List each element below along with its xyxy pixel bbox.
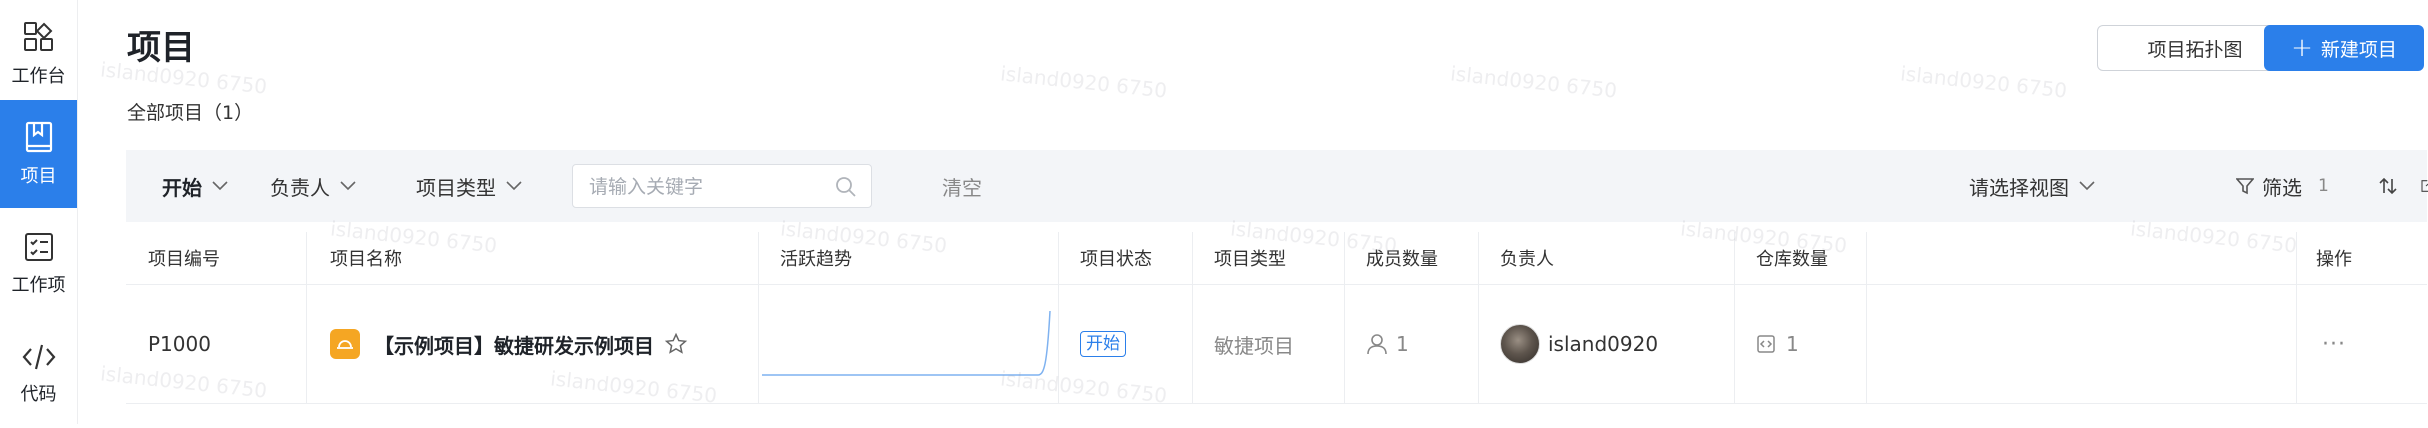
member-count: 1 bbox=[1396, 332, 1409, 356]
project-type: 敏捷项目 bbox=[1214, 333, 1294, 358]
column-header-members: 成员数量 bbox=[1366, 249, 1438, 270]
project-type-filter-label: 项目类型 bbox=[416, 175, 496, 200]
project-name-cell: 【示例项目】敏捷研发示例项目 bbox=[330, 285, 688, 403]
star-icon[interactable] bbox=[664, 332, 688, 356]
project-name-link[interactable]: 【示例项目】敏捷研发示例项目 bbox=[374, 330, 654, 359]
view-select-label: 请选择视图 bbox=[1969, 175, 2069, 200]
sidebar-item-workbench[interactable]: 工作台 bbox=[0, 0, 77, 108]
view-select-dropdown[interactable]: 请选择视图 bbox=[1969, 150, 2095, 222]
column-header-owner: 负责人 bbox=[1500, 249, 1554, 270]
filter-toolbar: 开始 负责人 项目类型 清空 请选择视图 筛选 1 bbox=[126, 150, 2428, 222]
table-header: 项目编号 项目名称 活跃趋势 项目状态 项目类型 成员数量 负责人 仓库数量 操… bbox=[126, 232, 2427, 285]
owner-filter-dropdown[interactable]: 负责人 bbox=[270, 150, 356, 222]
sidebar-item-label: 代码 bbox=[20, 384, 57, 405]
owner-filter-label: 负责人 bbox=[270, 175, 330, 200]
clear-button[interactable]: 清空 bbox=[942, 150, 982, 222]
sidebar-item-label: 工作台 bbox=[11, 66, 66, 87]
plus-icon: + bbox=[2291, 33, 2313, 63]
owner-cell: island0920 bbox=[1500, 285, 1658, 403]
search-input[interactable] bbox=[587, 165, 821, 209]
table-row[interactable]: P1000 【示例项目】敏捷研发示例项目 开始 敏捷项目 1 island092… bbox=[126, 285, 2427, 404]
column-header-name: 项目名称 bbox=[330, 249, 402, 270]
repos-cell: 1 bbox=[1756, 285, 1799, 403]
filter-button[interactable]: 筛选 1 bbox=[2236, 150, 2329, 222]
more-actions-button[interactable]: ··· bbox=[2322, 285, 2346, 403]
sidebar-item-project[interactable]: 项目 bbox=[0, 100, 77, 208]
search-icon[interactable] bbox=[835, 176, 857, 198]
new-project-button[interactable]: + 新建项目 bbox=[2264, 25, 2424, 71]
page-title: 项目 bbox=[127, 28, 195, 68]
sidebar: 工作台 项目 工作项 代码 bbox=[0, 0, 78, 424]
column-header-actions: 操作 bbox=[2316, 249, 2352, 270]
sidebar-item-code[interactable]: 代码 bbox=[0, 320, 77, 428]
project-type-filter-dropdown[interactable]: 项目类型 bbox=[416, 150, 522, 222]
column-header-status: 项目状态 bbox=[1080, 249, 1152, 270]
search-box bbox=[572, 164, 872, 209]
filter-label: 筛选 bbox=[2262, 175, 2302, 200]
project-count-label: 全部项目（1） bbox=[127, 102, 254, 124]
sidebar-item-work-items[interactable]: 工作项 bbox=[0, 210, 77, 318]
members-cell: 1 bbox=[1366, 285, 1409, 403]
chevron-down-icon bbox=[340, 181, 356, 191]
repository-icon bbox=[1757, 335, 1775, 353]
new-project-label: 新建项目 bbox=[2320, 38, 2397, 61]
status-cell: 开始 bbox=[1080, 285, 1126, 403]
sidebar-item-label: 工作项 bbox=[11, 275, 66, 296]
activity-trend-sparkline bbox=[762, 310, 1051, 376]
sidebar-item-label: 项目 bbox=[20, 166, 57, 187]
column-header-trend: 活跃趋势 bbox=[780, 249, 852, 270]
status-filter-dropdown[interactable]: 开始 bbox=[162, 150, 228, 222]
code-icon bbox=[22, 344, 55, 370]
export-button[interactable]: 导出 bbox=[2420, 150, 2428, 222]
user-icon bbox=[1367, 334, 1387, 355]
column-header-id: 项目编号 bbox=[148, 249, 220, 270]
status-filter-label: 开始 bbox=[162, 175, 202, 200]
chevron-down-icon bbox=[506, 181, 522, 191]
column-header-type: 项目类型 bbox=[1214, 249, 1286, 270]
main-content: 项目 全部项目（1） 项目拓扑图 + 新建项目 开始 负责人 项目类型 清空 请… bbox=[78, 0, 2428, 424]
activity-trend-cell bbox=[758, 285, 1058, 403]
sort-button[interactable] bbox=[2378, 150, 2398, 222]
workbench-icon bbox=[23, 22, 53, 51]
project-id: P1000 bbox=[148, 332, 211, 356]
work-item-icon bbox=[24, 233, 53, 261]
column-header-repos: 仓库数量 bbox=[1756, 249, 1828, 270]
project-type-icon bbox=[330, 329, 360, 359]
sort-icon bbox=[2379, 177, 2397, 195]
chevron-down-icon bbox=[212, 181, 228, 191]
owner-name: island0920 bbox=[1548, 332, 1659, 356]
project-book-icon bbox=[25, 121, 52, 153]
export-icon bbox=[2421, 180, 2428, 192]
funnel-icon bbox=[2236, 178, 2254, 195]
filter-count-badge: 1 bbox=[2318, 176, 2329, 196]
chevron-down-icon bbox=[2079, 181, 2095, 191]
repo-count: 1 bbox=[1786, 332, 1799, 356]
status-badge: 开始 bbox=[1080, 331, 1126, 357]
avatar bbox=[1500, 324, 1540, 364]
